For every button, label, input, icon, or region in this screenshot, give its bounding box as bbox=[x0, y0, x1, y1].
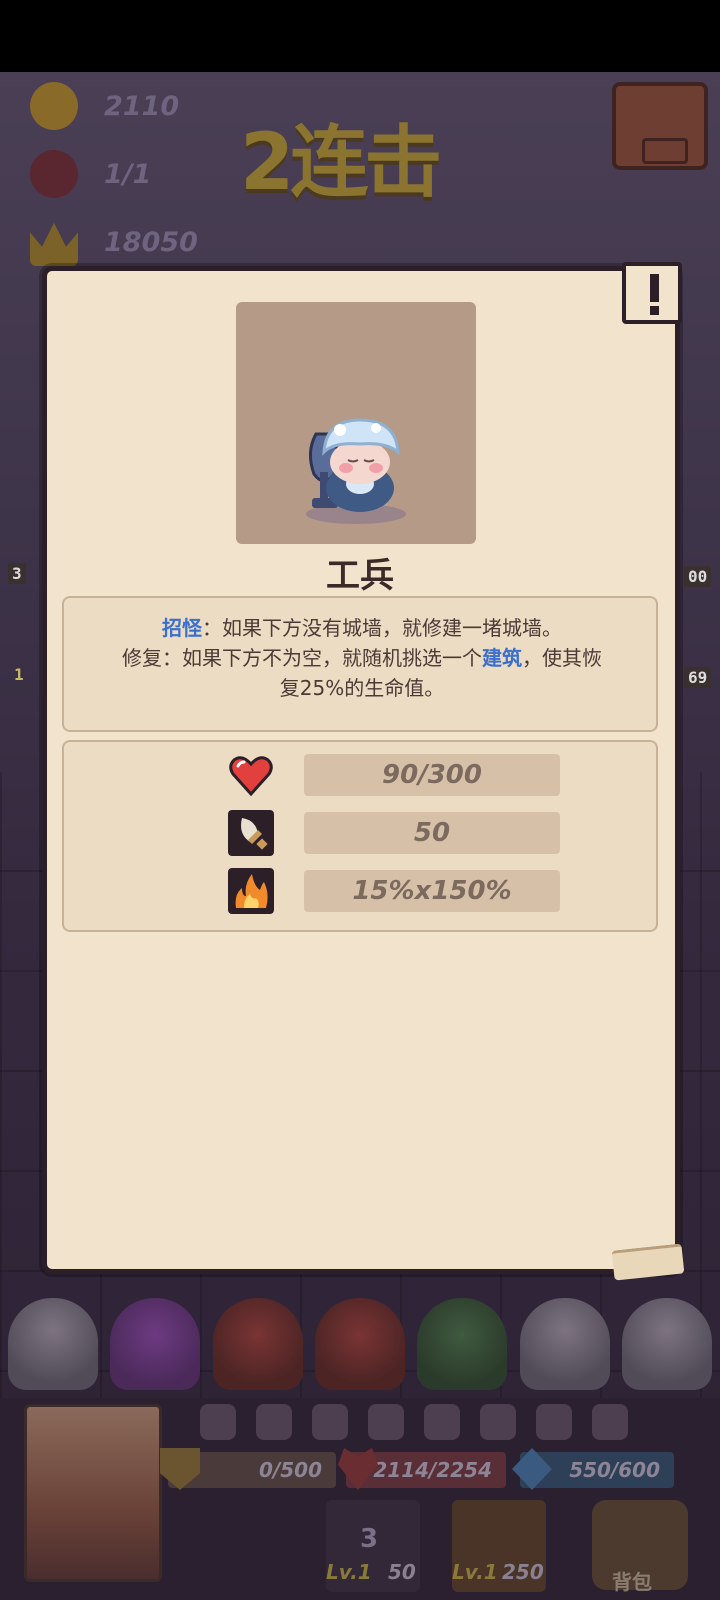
hero-portrait[interactable] bbox=[24, 1404, 162, 1582]
item-slot[interactable] bbox=[312, 1404, 348, 1440]
stat-hp-row: 90/300 bbox=[64, 752, 660, 797]
red-beast-unit[interactable] bbox=[314, 1298, 405, 1390]
devil-icon bbox=[30, 150, 78, 198]
description-text: 复25%的生命值。 bbox=[279, 676, 445, 700]
gold-coin-icon bbox=[30, 82, 78, 130]
hp-value: 2114/2254 bbox=[373, 1458, 492, 1482]
level-cost: 50 bbox=[388, 1560, 416, 1584]
knight-unit[interactable] bbox=[621, 1298, 712, 1390]
exclamation-dot bbox=[650, 306, 659, 315]
exclamation-icon bbox=[650, 274, 659, 302]
sword-icon bbox=[228, 810, 274, 856]
monster-count: 1/1 bbox=[104, 158, 152, 190]
engineer-character-icon bbox=[306, 418, 406, 524]
fire-icon bbox=[228, 868, 274, 914]
item-slot[interactable] bbox=[536, 1404, 572, 1440]
level-cost: 250 bbox=[502, 1560, 544, 1584]
side-number: 3 bbox=[8, 563, 26, 584]
item-slot[interactable] bbox=[424, 1404, 460, 1440]
item-slot[interactable] bbox=[592, 1404, 628, 1440]
item-row bbox=[200, 1404, 628, 1440]
shield-value: 0/500 bbox=[259, 1458, 322, 1482]
hp-bar: 2114/2254 bbox=[338, 1448, 506, 1490]
keyword-summon[interactable]: 招怪 bbox=[162, 616, 202, 640]
level-label: Lv.1 bbox=[452, 1560, 498, 1584]
unit-portrait bbox=[236, 302, 476, 544]
info-button[interactable] bbox=[622, 262, 682, 324]
shield-bar: 0/500 bbox=[160, 1448, 336, 1490]
gold-value: 2110 bbox=[104, 90, 180, 122]
red-beast-unit[interactable] bbox=[212, 1298, 303, 1390]
green-owl-unit[interactable] bbox=[417, 1298, 508, 1390]
mana-value: 550/600 bbox=[569, 1458, 660, 1482]
status-bar bbox=[0, 0, 720, 72]
side-number: 69 bbox=[684, 667, 712, 688]
description-line-3: 复25%的生命值。 bbox=[64, 672, 660, 701]
description-text: 修复：如果下方不为空，就随机挑选一个 bbox=[122, 646, 482, 670]
hp-stat-value: 90/300 bbox=[304, 754, 560, 796]
heart-icon bbox=[229, 756, 273, 797]
level-label: Lv.1 bbox=[326, 1560, 372, 1584]
side-number: 1 bbox=[14, 665, 24, 684]
keyword-building[interactable]: 建筑 bbox=[482, 646, 522, 670]
crit-stat-value: 15%x150% bbox=[304, 870, 560, 912]
attack-stat-value: 50 bbox=[304, 812, 560, 854]
summon-count: 3 bbox=[360, 1524, 379, 1554]
unit-name: 工兵 bbox=[326, 556, 394, 596]
description-line-1: 招怪：如果下方没有城墙，就修建一堵城墙。 bbox=[64, 612, 660, 641]
knight-unit[interactable] bbox=[519, 1298, 610, 1390]
angel-unit[interactable] bbox=[110, 1298, 201, 1390]
description-text: ，使其恢 bbox=[522, 646, 602, 670]
hud-score: 18050 bbox=[30, 218, 198, 266]
item-slot[interactable] bbox=[368, 1404, 404, 1440]
stat-crit-row: 15%x150% bbox=[64, 868, 660, 914]
backpack-label: 背包 bbox=[612, 1570, 652, 1594]
item-slot[interactable] bbox=[256, 1404, 292, 1440]
description-box: 招怪：如果下方没有城墙，就修建一堵城墙。 修复：如果下方不为空，就随机挑选一个建… bbox=[62, 596, 658, 732]
mana-bar: 550/600 bbox=[512, 1448, 674, 1490]
item-slot[interactable] bbox=[480, 1404, 516, 1440]
chest-button[interactable] bbox=[612, 82, 708, 170]
hud-monsters: 1/1 bbox=[30, 150, 151, 198]
knight-unit[interactable] bbox=[8, 1298, 98, 1390]
description-line-2: 修复：如果下方不为空，就随机挑选一个建筑，使其恢 bbox=[64, 642, 660, 671]
unit-row bbox=[8, 1298, 712, 1390]
crown-icon bbox=[30, 222, 78, 266]
hud-gold: 2110 bbox=[30, 82, 179, 130]
item-slot[interactable] bbox=[200, 1404, 236, 1440]
stats-box: 90/300 50 15%x150% bbox=[62, 740, 658, 932]
combo-banner: 2连击 bbox=[240, 118, 442, 208]
description-text: ：如果下方没有城墙，就修建一堵城墙。 bbox=[202, 616, 562, 640]
score-value: 18050 bbox=[104, 226, 198, 258]
stat-attack-row: 50 bbox=[64, 810, 660, 856]
side-number: 00 bbox=[684, 566, 712, 587]
